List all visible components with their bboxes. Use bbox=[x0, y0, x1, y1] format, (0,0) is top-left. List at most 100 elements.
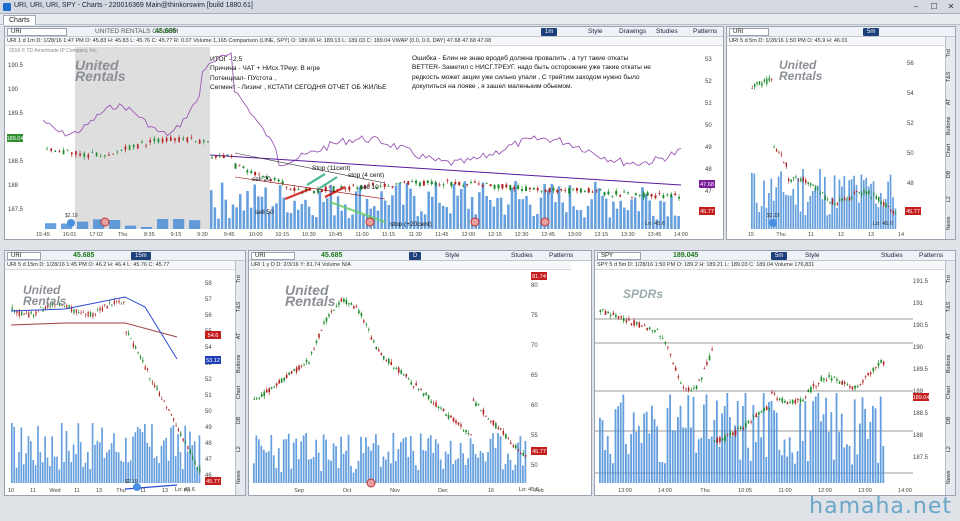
close-button[interactable]: ✕ bbox=[943, 1, 959, 12]
side-tab-l2[interactable]: L2 bbox=[946, 187, 956, 211]
price-candle bbox=[135, 346, 137, 349]
volume-bar bbox=[485, 196, 488, 229]
price-candle bbox=[846, 197, 848, 199]
price-candle bbox=[123, 301, 125, 303]
volume-bar bbox=[866, 438, 869, 483]
price-candle bbox=[442, 184, 445, 186]
volume-bar bbox=[210, 190, 213, 229]
volume-bar bbox=[108, 449, 111, 483]
side-tab-news[interactable]: News bbox=[236, 463, 246, 491]
side-tab-l2[interactable]: L2 bbox=[946, 435, 956, 463]
side-tab-news[interactable]: News bbox=[946, 463, 956, 491]
side-tab-trd[interactable]: Trd bbox=[946, 265, 956, 293]
united-rentals-logo-side: United Rentals bbox=[779, 58, 823, 83]
price-candle bbox=[196, 467, 199, 469]
price-candle bbox=[214, 155, 217, 158]
y-tick-label: 55 bbox=[531, 433, 538, 439]
volume-bar bbox=[806, 201, 809, 229]
side-tab-buttons[interactable]: Buttons bbox=[236, 350, 246, 378]
side-tab-trd[interactable]: Trd bbox=[236, 265, 246, 293]
price-candle bbox=[154, 385, 156, 388]
volume-bar bbox=[826, 215, 829, 229]
volume-bar bbox=[454, 459, 457, 483]
side-tab-at[interactable]: AT bbox=[236, 322, 246, 350]
price-candle bbox=[734, 430, 737, 436]
volume-bar bbox=[864, 408, 867, 483]
volume-bar bbox=[814, 188, 816, 229]
price-candle bbox=[833, 376, 836, 378]
earnings-dot-label: $2.19 bbox=[65, 213, 78, 219]
price-candle bbox=[809, 182, 812, 186]
side-tab-ts[interactable]: T&S bbox=[946, 293, 956, 321]
price-candle bbox=[238, 165, 241, 167]
price-candle bbox=[865, 191, 868, 194]
volume-bar bbox=[365, 437, 367, 483]
price-candle bbox=[785, 162, 787, 167]
price-candle bbox=[763, 407, 765, 412]
price-candle bbox=[145, 145, 147, 147]
side-tab-buttons[interactable]: Buttons bbox=[946, 114, 956, 138]
price-candle bbox=[280, 378, 283, 383]
price-candle bbox=[790, 179, 792, 182]
price-candle bbox=[161, 138, 164, 143]
last-price-flag-label: 189.04 bbox=[913, 395, 930, 401]
y-tick-label: 52 bbox=[205, 377, 212, 383]
volume-bar bbox=[452, 184, 456, 229]
y-tick-label: 51 bbox=[205, 393, 212, 399]
volume-bar bbox=[163, 440, 165, 483]
volume-bar bbox=[182, 469, 184, 483]
y-tick-label: 190 bbox=[8, 87, 19, 93]
price-candle bbox=[497, 427, 500, 430]
price-candle bbox=[163, 400, 165, 402]
price-candle bbox=[315, 340, 318, 343]
right-tick-label: 50 bbox=[705, 123, 712, 129]
side-tab-at[interactable]: AT bbox=[946, 322, 956, 350]
volume-bar bbox=[664, 463, 666, 483]
side-tab-ts[interactable]: T&S bbox=[236, 293, 246, 321]
volume-bar bbox=[836, 208, 838, 229]
volume-bar bbox=[278, 185, 282, 229]
side-tab-chart[interactable]: Chart bbox=[946, 378, 956, 406]
minimize-button[interactable]: – bbox=[908, 1, 924, 12]
volume-bar bbox=[285, 439, 288, 483]
price-candle bbox=[355, 306, 358, 308]
price-candle bbox=[425, 392, 427, 395]
side-tab-ts[interactable]: T&S bbox=[946, 65, 956, 89]
volume-bar bbox=[151, 424, 153, 483]
volume-bar bbox=[286, 212, 289, 229]
side-tab-db[interactable]: DB bbox=[946, 162, 956, 186]
moving-average bbox=[10, 322, 178, 338]
flag-red-label: 54.6 bbox=[208, 333, 219, 339]
price-candle bbox=[830, 378, 833, 381]
tab-charts[interactable]: Charts bbox=[3, 15, 36, 25]
side-tab-trd[interactable]: Trd bbox=[946, 41, 956, 65]
price-candle bbox=[108, 302, 111, 304]
volume-bar bbox=[427, 438, 430, 483]
side-tab-news[interactable]: News bbox=[946, 211, 956, 235]
volume-bar bbox=[462, 453, 464, 483]
side-tab-l2[interactable]: L2 bbox=[236, 435, 246, 463]
side-tab-db[interactable]: DB bbox=[236, 406, 246, 434]
price-candle bbox=[268, 388, 270, 393]
volume-bar bbox=[296, 209, 300, 229]
price-candle bbox=[800, 178, 802, 182]
side-tab-chart[interactable]: Chart bbox=[236, 378, 246, 406]
side-tab-buttons[interactable]: Buttons bbox=[946, 350, 956, 378]
side-chart[interactable]: 56545250484615Thu1112131445.77Lo: 45.6$2… bbox=[727, 27, 945, 239]
side-tab-chart[interactable]: Chart bbox=[946, 138, 956, 162]
price-candle bbox=[885, 203, 887, 208]
side-tab-at[interactable]: AT bbox=[946, 90, 956, 114]
price-candle bbox=[863, 190, 865, 194]
volume-bar bbox=[794, 204, 797, 229]
volume-bar bbox=[228, 218, 231, 229]
volume-bar bbox=[160, 445, 163, 483]
maximize-button[interactable]: ☐ bbox=[926, 1, 942, 12]
volume-bar bbox=[467, 458, 469, 483]
price-candle bbox=[703, 368, 706, 370]
price-candle bbox=[149, 140, 151, 143]
side-tab-db[interactable]: DB bbox=[946, 406, 956, 434]
volume-bar bbox=[409, 436, 412, 483]
volume-bar bbox=[677, 216, 680, 229]
volume-bar bbox=[695, 452, 698, 483]
price-candle bbox=[308, 362, 310, 364]
